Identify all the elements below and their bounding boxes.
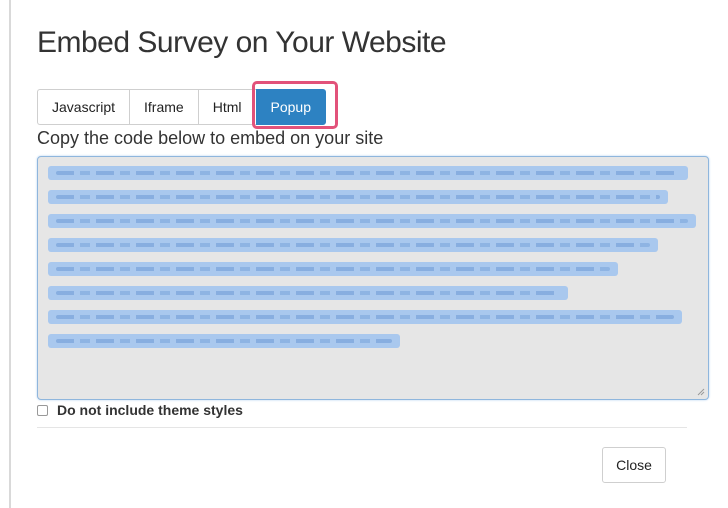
code-line (48, 286, 568, 300)
dialog-title: Embed Survey on Your Website (37, 26, 447, 59)
embed-type-tabs: Javascript Iframe Html Popup (37, 89, 326, 125)
code-line (48, 214, 696, 228)
theme-styles-checkbox[interactable] (37, 404, 48, 416)
theme-styles-option: Do not include theme styles (37, 402, 243, 418)
theme-styles-label[interactable]: Do not include theme styles (57, 402, 243, 418)
code-line (48, 190, 668, 204)
tab-popup[interactable]: Popup (255, 89, 326, 125)
copy-instruction: Copy the code below to embed on your sit… (37, 128, 384, 148)
footer-divider (37, 427, 687, 428)
tab-iframe[interactable]: Iframe (129, 89, 198, 125)
tab-javascript[interactable]: Javascript (37, 89, 130, 125)
dialog-left-border (9, 0, 11, 508)
code-line (48, 310, 682, 324)
code-line (48, 166, 688, 180)
code-line (48, 238, 658, 252)
tab-html[interactable]: Html (197, 89, 256, 125)
code-line (48, 262, 618, 276)
code-line (48, 334, 400, 348)
resize-grip-icon[interactable] (697, 388, 705, 396)
close-button[interactable]: Close (602, 447, 666, 483)
embed-code-textarea[interactable] (37, 156, 709, 400)
